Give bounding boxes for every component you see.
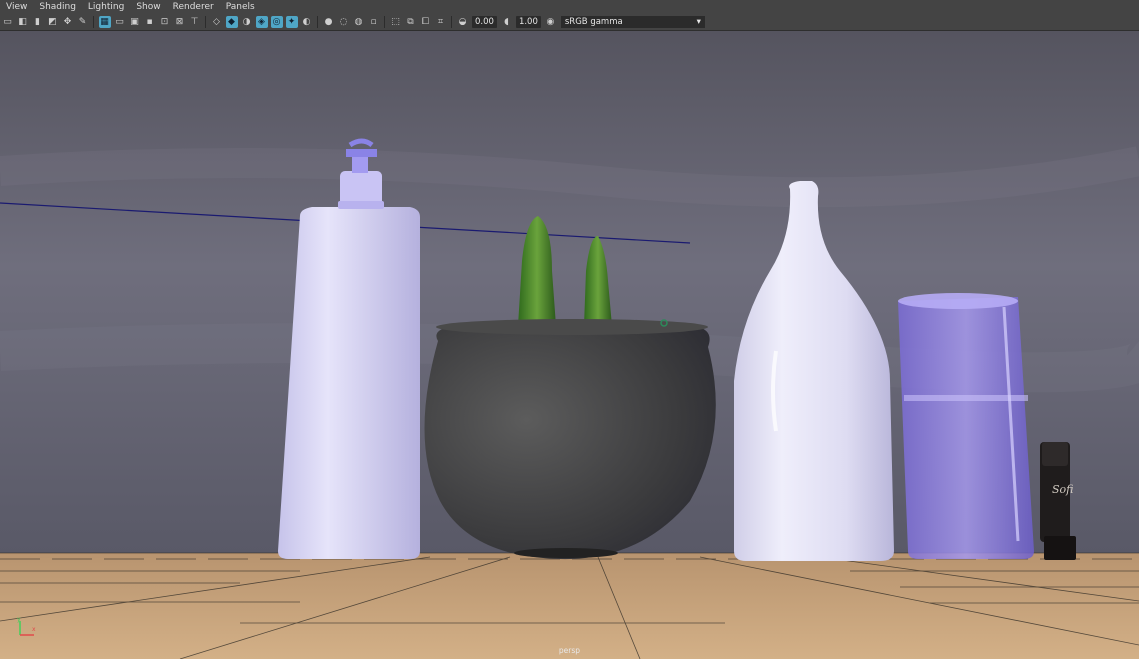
exposure-icon[interactable]: ◒ xyxy=(457,16,469,28)
menu-panels[interactable]: Panels xyxy=(220,0,261,14)
use-default-material-icon[interactable]: ◑ xyxy=(241,16,253,28)
glass-model xyxy=(898,293,1034,559)
xray-icon[interactable]: ◎ xyxy=(270,16,283,28)
anti-aliasing-icon[interactable]: ◍ xyxy=(353,16,365,28)
axis-y-label: y xyxy=(17,617,21,623)
color-space-dropdown[interactable]: sRGB gamma ▾ xyxy=(560,16,705,28)
camera-icon[interactable]: ▭ xyxy=(2,16,14,28)
bottle-label: Sofi xyxy=(1052,483,1074,496)
menu-show[interactable]: Show xyxy=(130,0,166,14)
xray-active-icon[interactable]: ⧠ xyxy=(420,16,432,28)
chevron-down-icon: ▾ xyxy=(696,17,701,27)
bookmark-icon[interactable]: ▮ xyxy=(32,16,44,28)
isolate-select-icon[interactable]: ⬚ xyxy=(390,16,402,28)
menu-view[interactable]: View xyxy=(0,0,33,14)
wireframe-icon[interactable]: ◇ xyxy=(211,16,223,28)
toolbar-separator xyxy=(384,16,385,28)
toolbar-separator xyxy=(93,16,94,28)
grid-icon[interactable]: ▦ xyxy=(98,16,111,28)
menu-lighting[interactable]: Lighting xyxy=(82,0,130,14)
use-all-lights-icon[interactable]: ✦ xyxy=(285,16,298,28)
toolbar-separator xyxy=(317,16,318,28)
toolbar-separator xyxy=(205,16,206,28)
axis-gizmo: y x xyxy=(17,617,36,636)
gamma-icon[interactable]: ◖ xyxy=(500,16,512,28)
grease-pencil-icon[interactable]: ✎ xyxy=(77,16,89,28)
toolbar-separator xyxy=(451,16,452,28)
smooth-shade-icon[interactable]: ◆ xyxy=(225,16,238,28)
resolution-gate-icon[interactable]: ▣ xyxy=(129,16,141,28)
floor-plane xyxy=(0,553,1139,659)
field-chart-icon[interactable]: ⊡ xyxy=(159,16,171,28)
gamma-field[interactable]: 1.00 xyxy=(515,16,541,28)
image-plane-icon[interactable]: ◩ xyxy=(47,16,59,28)
menu-renderer[interactable]: Renderer xyxy=(167,0,220,14)
color-management-icon[interactable]: ◉ xyxy=(544,16,556,28)
viewport-toolbar: ▭ ◧ ▮ ◩ ✥ ✎ ▦ ▭ ▣ ▪ ⊡ ⊠ ⊤ ◇ ◆ ◑ ◈ ◎ ✦ ◐ ● ◌ ◍ ▫ ⬚ ⧉ ⧠ ⌗ ◒ 0.00 ◖ 1.00 ◉ s… xyxy=(0,14,1139,31)
wireframe-on-shaded-icon[interactable]: ◈ xyxy=(255,16,268,28)
film-gate-icon[interactable]: ▭ xyxy=(114,16,126,28)
3d-viewport[interactable]: Sofi y x persp xyxy=(0,31,1139,659)
motion-blur-icon[interactable]: ◌ xyxy=(338,16,350,28)
camera-bookmarks-icon[interactable]: ⌗ xyxy=(435,16,447,28)
viewport-menu-bar: View Shading Lighting Show Renderer Panels xyxy=(0,0,1139,14)
scene-render: Sofi xyxy=(0,31,1139,659)
menu-shading[interactable]: Shading xyxy=(33,0,82,14)
axis-x-label: x xyxy=(32,626,36,633)
xray-joints-icon[interactable]: ⧉ xyxy=(405,16,417,28)
safe-action-icon[interactable]: ⊠ xyxy=(174,16,186,28)
camera-name-label: persp xyxy=(558,646,581,655)
ambient-occlusion-icon[interactable]: ● xyxy=(323,16,335,28)
gate-mask-icon[interactable]: ▪ xyxy=(144,16,156,28)
color-space-label: sRGB gamma xyxy=(564,17,623,27)
depth-of-field-icon[interactable]: ▫ xyxy=(368,16,380,28)
exposure-field[interactable]: 0.00 xyxy=(472,16,497,28)
safe-title-icon[interactable]: ⊤ xyxy=(189,16,201,28)
2d-pan-icon[interactable]: ✥ xyxy=(62,16,74,28)
shadows-icon[interactable]: ◐ xyxy=(301,16,313,28)
camera-attr-icon[interactable]: ◧ xyxy=(17,16,29,28)
